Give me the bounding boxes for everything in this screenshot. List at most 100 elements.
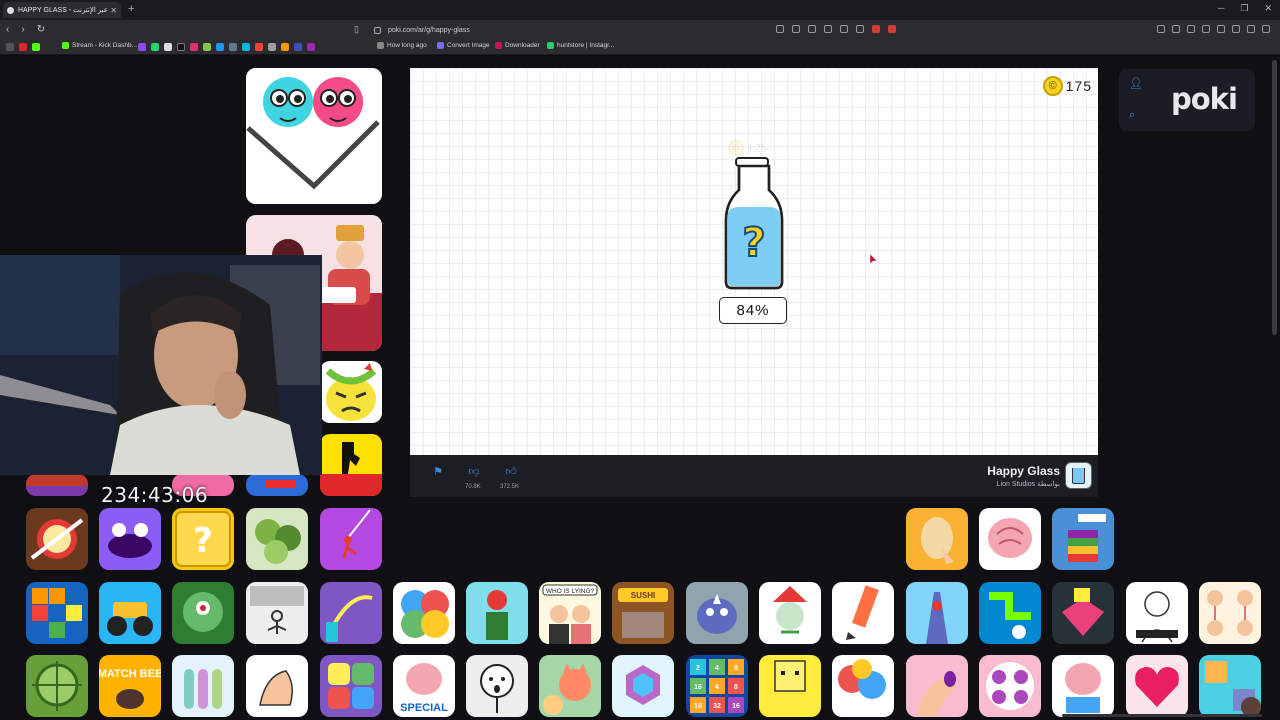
screenshot-icon[interactable] [792, 25, 800, 33]
bookmark-icon-b[interactable] [216, 43, 224, 51]
game-tile-word-puzzle[interactable] [979, 655, 1041, 717]
horizontal-scrollbar[interactable] [1062, 714, 1262, 717]
game-tile-angry-face[interactable] [320, 361, 382, 423]
restore-icon[interactable]: ❐ [1240, 3, 1248, 14]
youtube-bookmark-icon[interactable] [19, 43, 27, 51]
game-tile-stickman-swing[interactable] [320, 508, 382, 570]
game-tile-green-hero[interactable] [172, 582, 234, 644]
bookmark-icon-c[interactable] [229, 43, 237, 51]
site-info-icon[interactable] [374, 26, 381, 34]
game-tile-hexa[interactable] [612, 655, 674, 717]
bookmark-how-long-ago[interactable]: How long ago [377, 42, 427, 49]
game-tile-stretch-guy[interactable] [320, 582, 382, 644]
game-tile-sushi[interactable]: SUSHI [612, 582, 674, 644]
dislike-button[interactable]: 👎︎ [464, 465, 484, 479]
game-tile-fruit-ninja[interactable] [26, 508, 88, 570]
game-tile-apple-box[interactable] [466, 582, 528, 644]
reload-icon[interactable]: ↻ [37, 24, 45, 35]
game-tile-who-is-lying[interactable]: WHO IS LYING? [539, 582, 601, 644]
profile-icon[interactable] [1247, 25, 1255, 33]
back-icon[interactable]: ‹ [6, 24, 9, 35]
game-tile-block-puzzle[interactable] [26, 582, 88, 644]
split-view-icon[interactable] [1217, 25, 1225, 33]
game-tile-love-balls[interactable] [246, 68, 382, 204]
tab-search-icon[interactable] [1232, 25, 1240, 33]
game-tile-zombie-fruits[interactable] [246, 508, 308, 570]
user-icon[interactable]: 👤︎ [1129, 77, 1143, 90]
music-icon[interactable] [1187, 25, 1195, 33]
game-tile-sad-face[interactable] [466, 655, 528, 717]
game-tile-pixel-heart[interactable] [1126, 655, 1188, 717]
game-canvas[interactable]: © 175 © +25 ? 84% [410, 68, 1098, 455]
game-tile-brain-special[interactable]: SPECIAL [393, 655, 455, 717]
game-tile-nail-salon[interactable] [906, 655, 968, 717]
bookmark-icon-f[interactable] [268, 43, 276, 51]
game-tile-stickman-escape[interactable] [246, 582, 308, 644]
game-tile-partial-3[interactable] [246, 474, 308, 496]
new-tab-icon[interactable]: + [128, 3, 134, 15]
eye-icon[interactable] [776, 25, 784, 33]
game-tile-brain-test[interactable] [979, 508, 1041, 570]
tiktok-bookmark-icon[interactable] [177, 43, 185, 51]
game-tile-pencil[interactable] [832, 582, 894, 644]
game-tile-question-block[interactable]: ? [172, 508, 234, 570]
translate-icon[interactable] [808, 25, 816, 33]
game-tile-family-tree[interactable] [1199, 582, 1261, 644]
game-tile-mosaic[interactable] [1199, 655, 1261, 717]
forward-icon[interactable]: › [21, 24, 24, 35]
game-tile-runner-road[interactable] [906, 582, 968, 644]
game-tile-black-shadow[interactable] [320, 434, 382, 496]
game-tile-heart-blocks[interactable] [1052, 582, 1114, 644]
game-tile-balloons[interactable] [832, 655, 894, 717]
bookmark-stream-kick[interactable]: Stream - Kick Dashb... [62, 42, 137, 49]
reader-icon[interactable] [840, 25, 848, 33]
sidebar-icon[interactable] [1202, 25, 1210, 33]
close-window-icon[interactable]: ✕ [1264, 3, 1272, 14]
game-tile-jelly-blocks[interactable] [320, 655, 382, 717]
game-tile-fashion-sketch[interactable] [1126, 582, 1188, 644]
game-tile-zombie[interactable] [26, 655, 88, 717]
game-tile-egg[interactable] [906, 508, 968, 570]
bookmark-icon-i[interactable] [307, 43, 315, 51]
like-button[interactable]: 👍︎ [501, 465, 521, 479]
bookmark-icon-a[interactable] [203, 43, 211, 51]
bookmark-icon-g[interactable] [281, 43, 289, 51]
game-tile-water-sort[interactable] [172, 655, 234, 717]
game-tile-match-bee[interactable]: MATCH BEE [99, 655, 161, 717]
search-icon[interactable]: ⌕ [1129, 109, 1141, 121]
zoom-icon[interactable] [824, 25, 832, 33]
instagram-bookmark-icon[interactable] [190, 43, 198, 51]
twitch-bookmark-icon[interactable] [138, 43, 146, 51]
page-scrollbar[interactable] [1272, 60, 1277, 335]
bookmark-huntstore[interactable]: huntstore | Instagr... [547, 42, 614, 49]
extensions-icon[interactable] [1157, 25, 1165, 33]
poki-logo[interactable]: poki [1171, 82, 1238, 116]
bookmark-icon-d[interactable] [242, 43, 250, 51]
game-tile-christmas-doodle[interactable] [759, 582, 821, 644]
bookmark-icon-e[interactable] [255, 43, 263, 51]
menu-icon[interactable] [1262, 25, 1270, 33]
share-icon[interactable] [856, 25, 864, 33]
browser-tab-happy-glass[interactable]: HAPPY GLASS - العب عبر الإنترنت ✕ [3, 2, 121, 18]
game-thumbnail-icon[interactable] [1065, 462, 1092, 489]
game-tile-partial-1[interactable] [26, 474, 88, 496]
game-tile-rhino[interactable] [686, 582, 748, 644]
whatsapp-bookmark-icon[interactable] [151, 43, 159, 51]
game-tile-monster-truck[interactable] [99, 582, 161, 644]
game-tile-stack-tower[interactable] [1052, 508, 1114, 570]
game-tile-snake-yellow[interactable] [759, 655, 821, 717]
bookmark-convert-image[interactable]: Convert Image [437, 42, 490, 49]
bookmark-icon[interactable]: ▯ [354, 24, 359, 35]
game-tile-2048[interactable]: 2 4 8 16 4 8 16 32 16 [686, 655, 748, 717]
rewards-icon[interactable] [888, 25, 896, 33]
x-bookmark-icon[interactable] [164, 43, 172, 51]
minimize-icon[interactable]: ─ [1218, 3, 1224, 14]
game-tile-blob-faces[interactable] [393, 582, 455, 644]
report-flag-icon[interactable]: ⚑ [428, 465, 448, 479]
wallet-icon[interactable] [1172, 25, 1180, 33]
apps-icon[interactable] [6, 43, 14, 51]
game-tile-brain-story[interactable] [1052, 655, 1114, 717]
game-tile-draw-hand[interactable] [246, 655, 308, 717]
game-tile-pizza-cat[interactable] [539, 655, 601, 717]
game-tile-pipe-puzzle[interactable] [979, 582, 1041, 644]
